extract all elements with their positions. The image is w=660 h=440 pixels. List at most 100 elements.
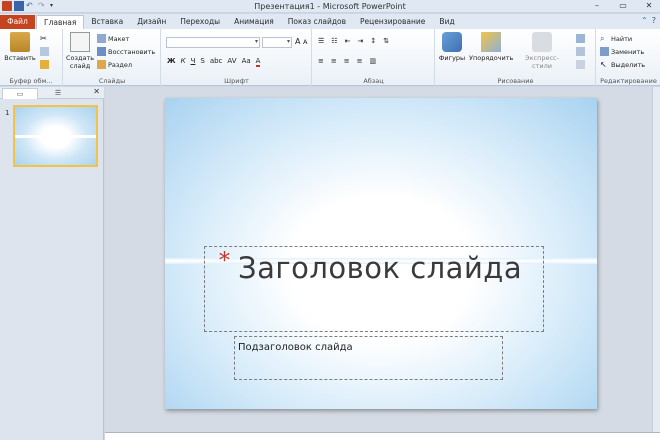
section-button[interactable]: Раздел (97, 60, 132, 69)
select-icon: ↖ (600, 60, 607, 69)
slides-pane: ▭ ☰ ✕ 1 (0, 87, 104, 440)
increase-indent-icon[interactable]: ⇥ (357, 37, 363, 45)
cut-icon[interactable]: ✂ (40, 34, 49, 43)
tab-animations[interactable]: Анимация (227, 15, 281, 29)
close-button[interactable]: ✕ (642, 1, 656, 11)
vertical-scrollbar[interactable] (652, 87, 660, 432)
tab-list: Главная Вставка Дизайн Переходы Анимация… (36, 15, 462, 30)
change-case-button[interactable]: Aa (242, 57, 251, 67)
slide-thumbnail[interactable] (13, 105, 98, 167)
replace-icon (600, 47, 609, 56)
new-slide-button[interactable]: Создать слайд (66, 32, 94, 70)
quick-styles-button[interactable]: Экспресс-стили (516, 32, 568, 70)
find-button[interactable]: ⌕ Найти (600, 34, 632, 43)
font-group: A A Ж К Ч S abc AV Aa A Шрифт (162, 29, 312, 86)
columns-icon[interactable]: ▥ (370, 57, 377, 65)
notes-pane[interactable] (105, 432, 660, 440)
paragraph-row-2: ≡ ≡ ≡ ≡ ▥ (318, 57, 376, 65)
pane-close-icon[interactable]: ✕ (93, 87, 100, 96)
select-button[interactable]: ↖ Выделить (600, 60, 645, 69)
star-decoration-icon: * (219, 249, 230, 274)
quick-styles-icon (532, 32, 552, 52)
window-title: Презентация1 - Microsoft PowerPoint (254, 2, 406, 11)
justify-icon[interactable]: ≡ (357, 57, 363, 65)
align-center-icon[interactable]: ≡ (331, 57, 337, 65)
drawing-group: Фигуры Упорядочить Экспресс-стили Рисова… (436, 29, 596, 86)
tab-outline-view[interactable]: ☰ (40, 88, 76, 99)
text-direction-icon[interactable]: ⇅ (383, 37, 389, 45)
bold-button[interactable]: Ж (167, 57, 176, 67)
help-area: ⌃ ? (641, 16, 656, 25)
find-icon: ⌕ (600, 34, 605, 43)
tab-design[interactable]: Дизайн (130, 15, 173, 29)
strikethrough-button[interactable]: S (200, 57, 204, 67)
new-slide-icon (70, 32, 90, 52)
shapes-icon (442, 32, 462, 52)
slide-number: 1 (5, 109, 10, 117)
paragraph-group: ☰ ☷ ⇤ ⇥ ↕ ⇅ ≡ ≡ ≡ ≡ ▥ Абзац (313, 29, 435, 86)
format-painter-icon[interactable] (40, 60, 49, 69)
grow-font-button[interactable]: A (295, 37, 300, 46)
shape-outline-icon[interactable] (576, 47, 585, 56)
thumbnail-shine (15, 135, 96, 138)
shape-fill-icon[interactable] (576, 34, 585, 43)
restore-button[interactable]: ▭ (616, 1, 630, 11)
font-size-combo[interactable] (262, 37, 292, 48)
tab-transitions[interactable]: Переходы (173, 15, 227, 29)
shrink-font-button[interactable]: A (303, 38, 307, 46)
line-spacing-icon[interactable]: ↕ (370, 37, 376, 45)
help-icon[interactable]: ? (652, 16, 656, 25)
paragraph-label: Абзац (363, 77, 384, 85)
font-label: Шрифт (224, 77, 249, 85)
arrange-button[interactable]: Упорядочить (469, 32, 513, 62)
drawing-label: Рисование (497, 77, 534, 85)
section-icon (97, 60, 106, 69)
slide-editor: * Заголовок слайда Подзаголовок слайда (105, 87, 660, 432)
slide-title: Заголовок слайда (238, 251, 523, 285)
slide-subtitle: Подзаголовок слайда (238, 342, 353, 353)
minimize-button[interactable]: – (590, 1, 604, 11)
align-right-icon[interactable]: ≡ (344, 57, 350, 65)
font-color-button[interactable]: A (255, 57, 261, 67)
ribbon-tabs: Файл Главная Вставка Дизайн Переходы Ани… (0, 14, 660, 30)
editing-group: ⌕ Найти Заменить ↖ Выделить Редактирован… (597, 29, 660, 86)
tab-file[interactable]: Файл (0, 15, 35, 29)
subtitle-placeholder[interactable]: Подзаголовок слайда (234, 336, 503, 380)
arrange-icon (481, 32, 501, 52)
paste-button[interactable]: Вставить (3, 32, 37, 62)
italic-button[interactable]: К (181, 57, 186, 67)
slides-group: Создать слайд Макет Восстановить Раздел … (64, 29, 161, 86)
layout-icon (97, 34, 106, 43)
tab-slides-view[interactable]: ▭ (2, 88, 38, 99)
reset-icon (97, 47, 106, 56)
reset-button[interactable]: Восстановить (97, 47, 155, 56)
shadow-button[interactable]: abc (210, 57, 223, 67)
copy-icon[interactable] (40, 47, 49, 56)
layout-button[interactable]: Макет (97, 34, 129, 43)
char-spacing-button[interactable]: AV (227, 57, 236, 67)
slide-canvas[interactable]: * Заголовок слайда Подзаголовок слайда (165, 98, 597, 409)
tab-insert[interactable]: Вставка (84, 15, 130, 29)
decrease-indent-icon[interactable]: ⇤ (345, 37, 351, 45)
tab-view[interactable]: Вид (432, 15, 461, 29)
title-placeholder[interactable]: * Заголовок слайда (204, 246, 544, 332)
tab-home[interactable]: Главная (36, 15, 85, 30)
clipboard-label: Буфер обм... (9, 77, 53, 85)
font-format-row: Ж К Ч S abc AV Aa A (167, 57, 261, 67)
ribbon: Вставить ✂ Буфер обм... Создать слайд Ма… (0, 29, 660, 86)
underline-button[interactable]: Ч (191, 57, 196, 67)
font-name-combo[interactable] (166, 37, 260, 48)
tab-review[interactable]: Рецензирование (353, 15, 432, 29)
tab-slideshow[interactable]: Показ слайдов (281, 15, 353, 29)
replace-button[interactable]: Заменить (600, 47, 644, 56)
align-left-icon[interactable]: ≡ (318, 57, 324, 65)
shape-effects-icon[interactable] (576, 60, 585, 69)
ribbon-minimize-icon[interactable]: ⌃ (641, 16, 648, 25)
shapes-button[interactable]: Фигуры (438, 32, 466, 62)
title-bar: ↶ ↷ ▾ Презентация1 - Microsoft PowerPoin… (0, 0, 660, 13)
numbering-icon[interactable]: ☷ (331, 37, 337, 45)
window-controls: – ▭ ✕ (590, 1, 656, 11)
bullets-icon[interactable]: ☰ (318, 37, 324, 45)
paste-icon (10, 32, 30, 52)
slides-label: Слайды (98, 77, 126, 85)
